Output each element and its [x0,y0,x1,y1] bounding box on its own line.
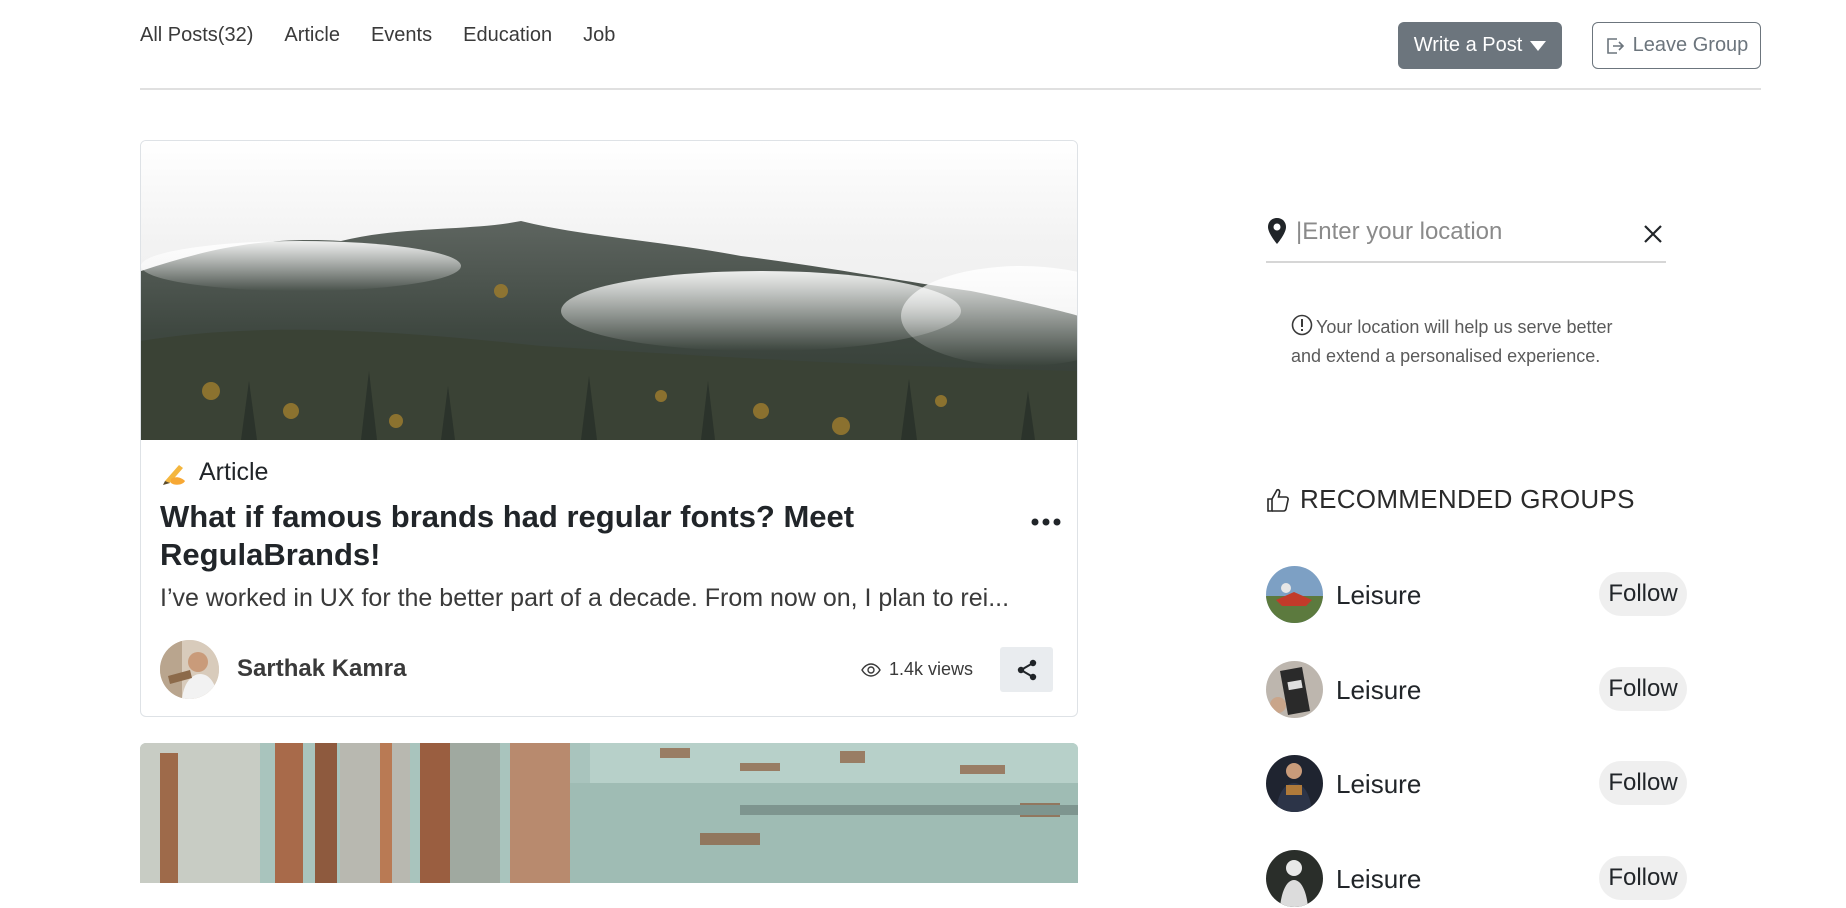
post-filter-tabs: All Posts(32) Article Events Education J… [140,24,615,47]
post-type: Article [161,458,268,487]
author-name[interactable]: Sarthak Kamra [237,655,406,683]
tab-all-posts[interactable]: All Posts(32) [140,24,253,47]
post-views: 1.4k views [861,659,973,680]
group-name[interactable]: Leisure [1336,769,1421,800]
more-options-icon[interactable] [1029,512,1063,532]
follow-button[interactable]: Follow [1599,572,1687,616]
tab-education[interactable]: Education [463,24,552,47]
post-card-body: Article What if famous brands had regula… [141,440,1077,716]
post-card-cover-image[interactable] [140,743,1078,883]
thumbs-up-icon [1267,488,1289,512]
group-row: Leisure Follow [1266,850,1687,908]
info-icon [1291,314,1313,336]
follow-button[interactable]: Follow [1599,667,1687,711]
tab-job[interactable]: Job [583,24,615,47]
post-excerpt: I’ve worked in UX for the better part of… [160,584,1010,612]
location-note-text: Your location will help us serve better … [1291,317,1613,366]
writing-hand-icon [163,464,185,485]
tab-events[interactable]: Events [371,24,432,47]
write-post-button[interactable]: Write a Post [1398,22,1562,69]
post-title[interactable]: What if famous brands had regular fonts?… [160,498,880,574]
group-avatar[interactable] [1266,661,1323,718]
group-row: Leisure Follow [1266,661,1687,719]
location-pin-icon [1268,218,1286,244]
close-icon[interactable] [1642,223,1664,245]
recommended-groups-header: RECOMMENDED GROUPS [1266,484,1635,515]
follow-button[interactable]: Follow [1599,761,1687,805]
group-row: Leisure Follow [1266,755,1687,813]
leave-group-button[interactable]: Leave Group [1592,22,1761,69]
group-name[interactable]: Leisure [1336,580,1421,611]
group-avatar[interactable] [1266,850,1323,907]
location-help-text: Your location will help us serve better … [1291,313,1631,371]
share-button[interactable] [1000,647,1053,692]
author-avatar[interactable] [160,640,219,699]
views-count: 1.4k views [889,659,974,679]
caret-down-icon [1530,40,1547,51]
group-avatar[interactable] [1266,566,1323,623]
recommended-groups-title: RECOMMENDED GROUPS [1300,484,1635,514]
group-name[interactable]: Leisure [1336,864,1421,895]
group-row: Leisure Follow [1266,566,1687,624]
post-type-label: Article [199,458,269,486]
share-icon [1017,659,1036,680]
exit-icon [1606,37,1624,54]
leave-group-label: Leave Group [1632,34,1749,56]
tab-article[interactable]: Article [284,24,340,47]
write-post-label: Write a Post [1413,34,1523,56]
eye-icon [861,662,881,677]
location-search [1266,213,1666,263]
location-input[interactable] [1294,213,1624,251]
top-navigation: All Posts(32) Article Events Education J… [140,0,1761,90]
group-name[interactable]: Leisure [1336,675,1421,706]
post-card[interactable]: Article What if famous brands had regula… [140,140,1078,717]
follow-button[interactable]: Follow [1599,856,1687,900]
post-cover-image [141,141,1077,440]
group-avatar[interactable] [1266,755,1323,812]
